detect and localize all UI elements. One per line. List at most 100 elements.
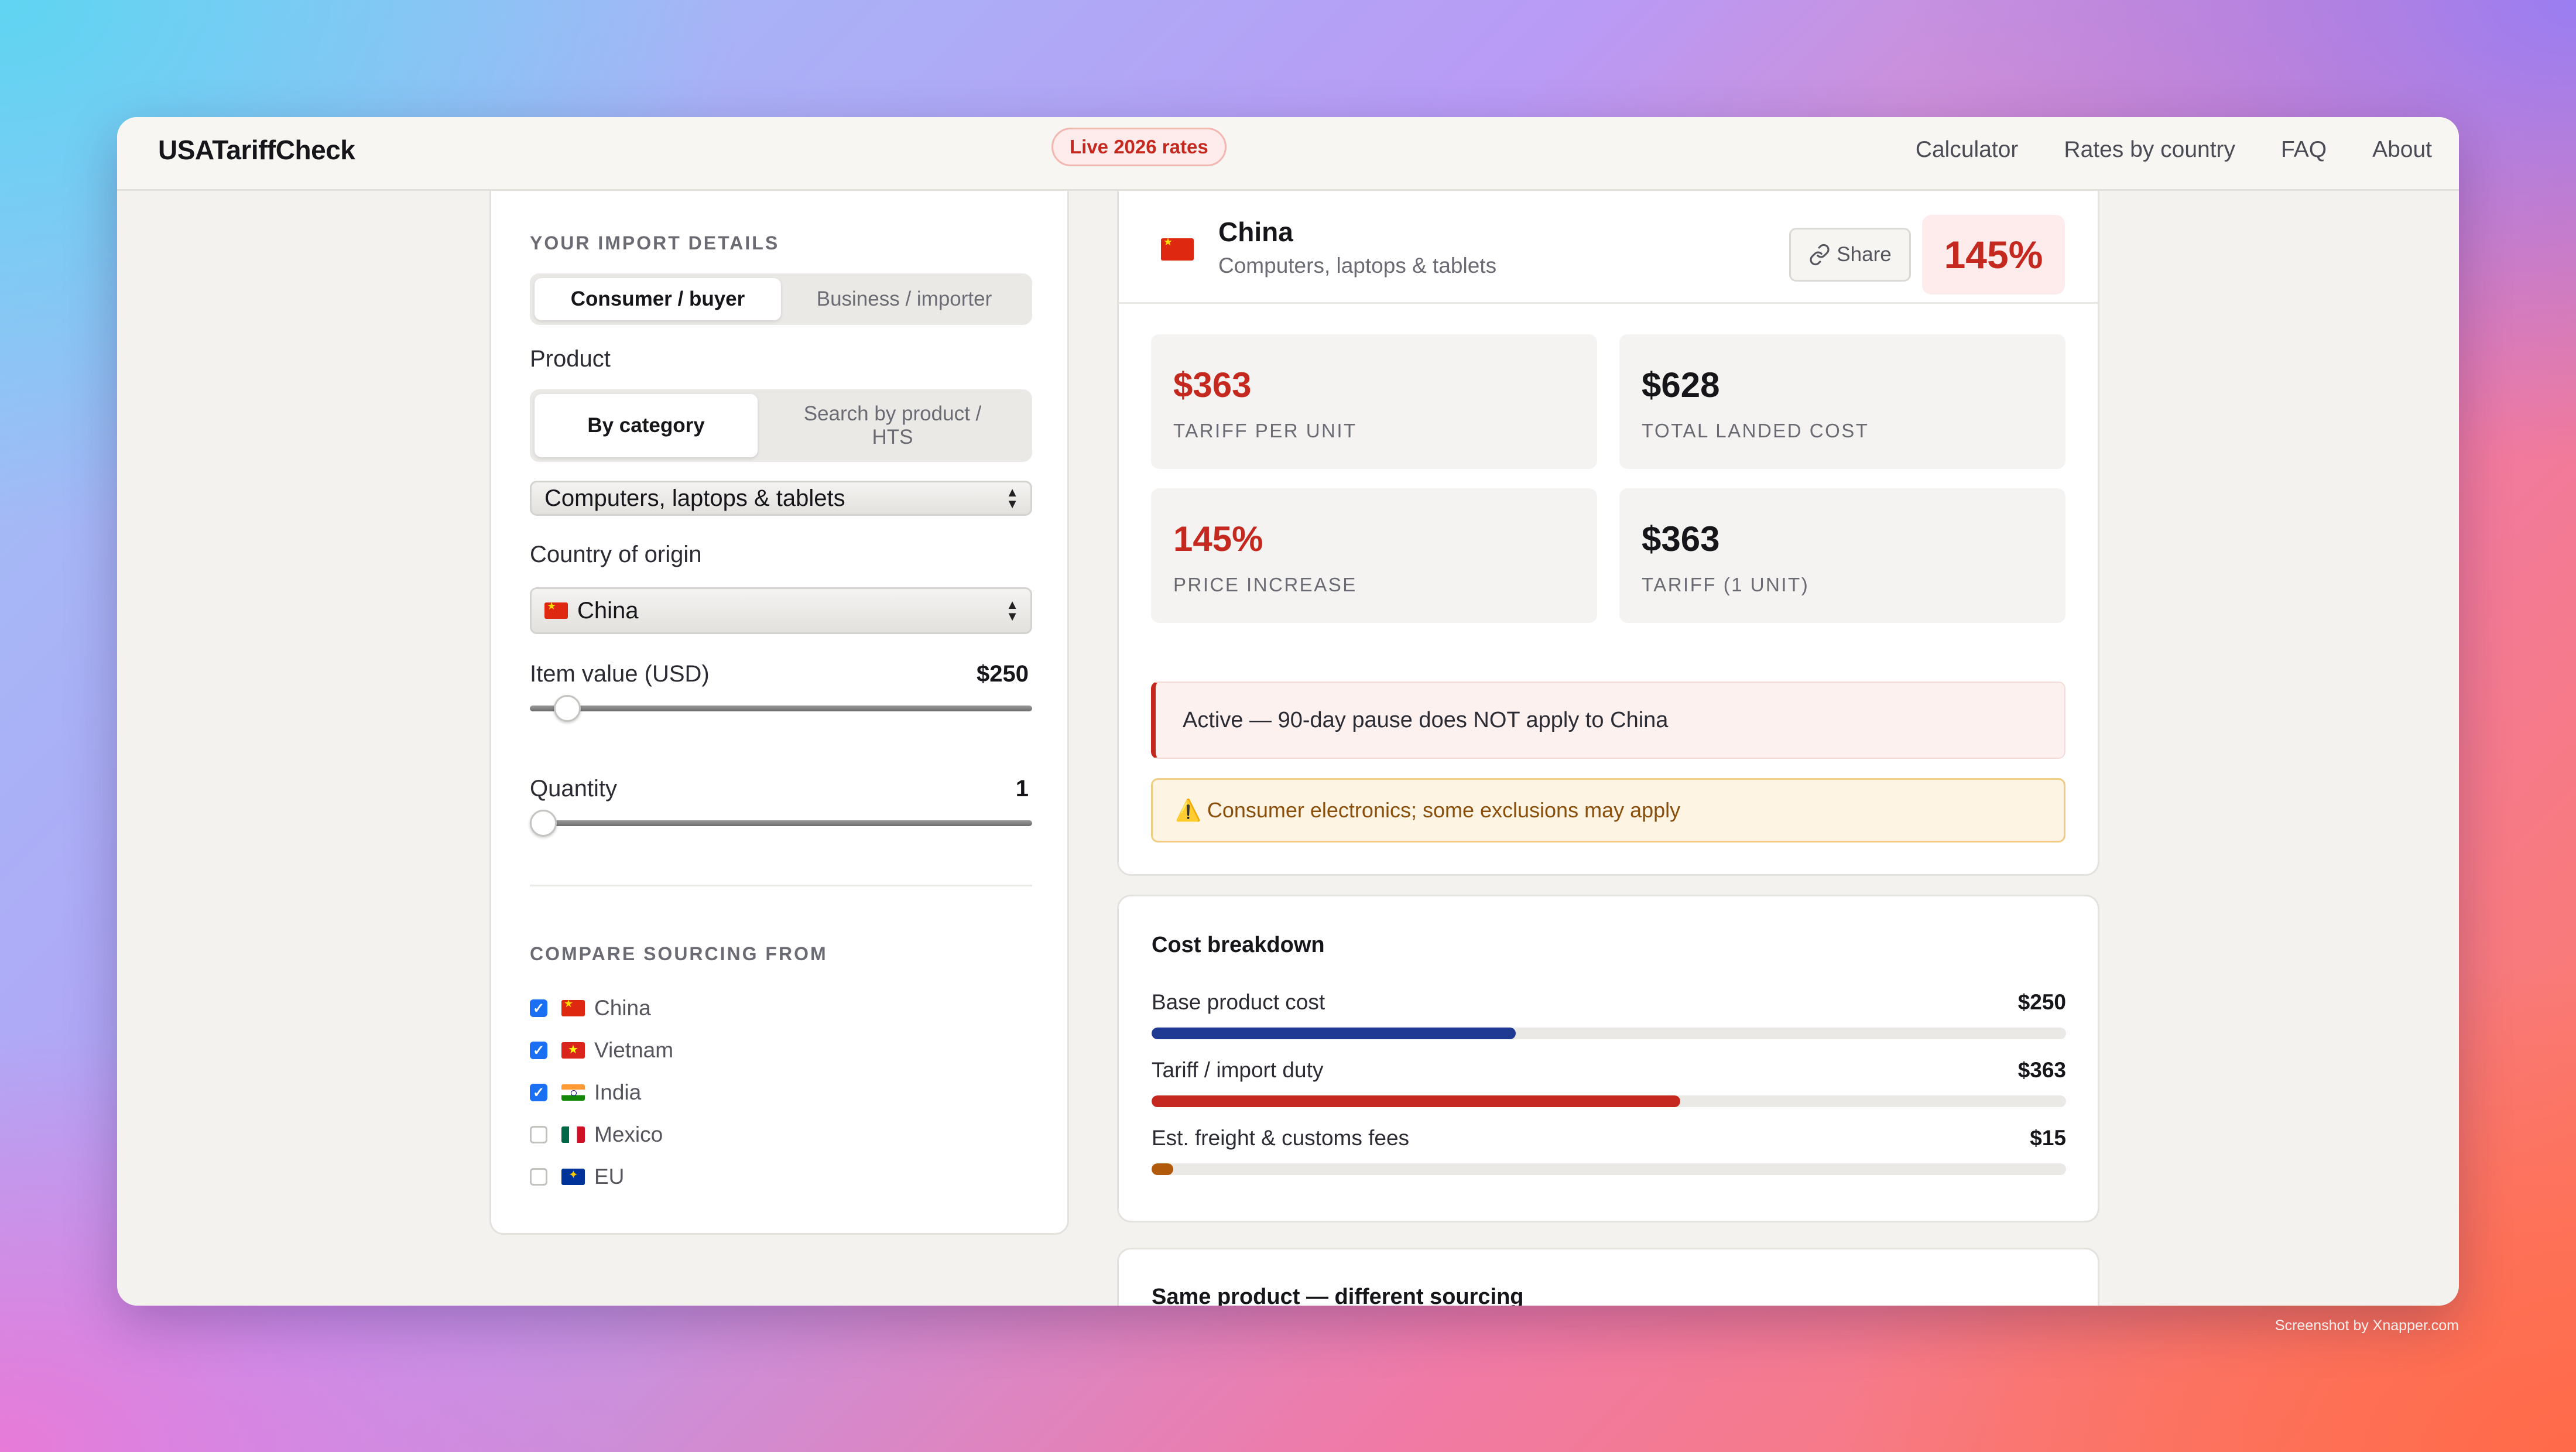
cost-bar-fill [1152,1163,1173,1175]
quantity-slider-thumb[interactable] [530,810,557,837]
cost-row-amount: $15 [2030,1126,2066,1150]
compare-option-mexico[interactable]: Mexico [530,1120,663,1149]
cost-row-amount: $363 [2017,1058,2066,1082]
import-details-title: YOUR IMPORT DETAILS [530,232,780,254]
checkbox-unchecked[interactable] [530,1126,547,1143]
item-value-slider-track[interactable] [530,706,1032,711]
tariff-rate-badge: 145% [1922,215,2065,294]
compare-option-china[interactable]: ✓ China [530,994,651,1023]
link-icon [1810,244,1830,266]
india-flag-icon [561,1084,585,1101]
checkbox-unchecked[interactable] [530,1168,547,1186]
item-value-display: $250 [977,661,1029,687]
product-label: Product [530,346,611,372]
country-select-value: China [577,597,639,624]
result-country: China [1218,217,1293,247]
exclusion-warning: ⚠️ Consumer electronics; some exclusions… [1151,778,2065,843]
stat-label: TARIFF PER UNIT [1173,420,1357,441]
stat-card-total-landed-cost: $628 TOTAL LANDED COST [1619,334,2065,469]
compare-option-vietnam[interactable]: ✓ Vietnam [530,1036,673,1065]
live-rates-badge: Live 2026 rates [1051,128,1227,166]
stat-value: $363 [1642,519,1720,559]
item-value-slider-thumb[interactable] [553,695,581,722]
stat-value: $363 [1173,365,1252,405]
share-label: Share [1837,243,1892,266]
checkbox-checked[interactable]: ✓ [530,1042,547,1059]
main-content[interactable]: YOUR IMPORT DETAILS Consumer / buyer Bus… [117,191,2459,1306]
result-header: China Computers, laptops & tablets Share… [1119,191,2098,304]
compare-option-india[interactable]: ✓ India [530,1078,641,1107]
cost-row: Base product cost $250 [1152,990,2066,1043]
stat-card-tariff-one-unit: $363 TARIFF (1 UNIT) [1619,488,2065,623]
cost-bar-track [1152,1028,2066,1039]
cost-row-label: Est. freight & customs fees [1152,1126,1410,1150]
item-value-label: Item value (USD) [530,661,710,687]
cost-breakdown-title: Cost breakdown [1152,933,1325,957]
by-category-option[interactable]: By category [535,394,758,457]
brand-logo[interactable]: USATariffCheck [158,131,355,169]
import-details-panel: YOUR IMPORT DETAILS Consumer / buyer Bus… [489,191,1069,1235]
tariff-status-alert: Active — 90-day pause does NOT apply to … [1151,682,2065,759]
compare-option-label: Mexico [594,1122,663,1146]
warning-icon: ⚠️ [1175,798,1201,822]
compare-option-label: China [594,996,651,1020]
nav-rates-by-country[interactable]: Rates by country [2064,131,2235,169]
nav-faq[interactable]: FAQ [2281,131,2327,169]
screenshot-credit: Screenshot by Xnapper.com [2274,1317,2459,1334]
vietnam-flag-icon [561,1042,585,1059]
nav-links: Calculator Rates by country FAQ About [1916,131,2432,169]
compare-option-label: EU [594,1165,625,1189]
result-category: Computers, laptops & tablets [1218,254,1497,278]
nav-about[interactable]: About [2372,131,2432,169]
compare-sourcing-title: COMPARE SOURCING FROM [530,943,828,964]
quantity-slider-track[interactable] [530,820,1032,826]
china-flag-icon [544,602,568,619]
country-select[interactable]: China ▲▼ [530,587,1032,634]
buyer-type-toggle: Consumer / buyer Business / importer [530,273,1032,325]
app-window: USATariffCheck Live 2026 rates Calculato… [117,117,2459,1306]
consumer-buyer-option[interactable]: Consumer / buyer [535,278,781,320]
cost-row: Tariff / import duty $363 [1152,1058,2066,1111]
mexico-flag-icon [561,1126,585,1143]
sourcing-comparison-panel: Same product — different sourcing [1117,1248,2099,1306]
cost-bar-fill [1152,1028,1516,1039]
stat-label: PRICE INCREASE [1173,574,1357,595]
stat-value: $628 [1642,365,1720,405]
country-of-origin-label: Country of origin [530,542,702,567]
compare-option-label: Vietnam [594,1038,674,1062]
china-flag-icon [561,1000,585,1016]
stat-label: TARIFF (1 UNIT) [1642,574,1810,595]
nav-calculator[interactable]: Calculator [1916,131,2019,169]
stat-value: 145% [1173,519,1263,559]
share-button[interactable]: Share [1789,228,1911,282]
china-flag-icon [1161,238,1194,261]
select-arrows-icon: ▲ ▼ [1006,597,1019,624]
quantity-display: 1 [1015,776,1029,802]
eu-flag-icon [561,1169,585,1185]
warning-text: Consumer electronics; some exclusions ma… [1207,798,1681,822]
product-mode-toggle: By category Search by product / HTS [530,389,1032,462]
stat-card-price-increase: 145% PRICE INCREASE [1151,488,1597,623]
category-select-value: Computers, laptops & tablets [544,485,845,511]
result-panel: China Computers, laptops & tablets Share… [1117,191,2099,876]
cost-row-amount: $250 [2017,990,2066,1014]
quantity-label: Quantity [530,776,617,802]
cost-bar-fill [1152,1095,1680,1107]
cost-row-label: Base product cost [1152,990,1325,1014]
cost-bar-track [1152,1163,2066,1175]
cost-row-label: Tariff / import duty [1152,1058,1324,1082]
business-importer-option[interactable]: Business / importer [781,278,1027,320]
stat-card-tariff-per-unit: $363 TARIFF PER UNIT [1151,334,1597,469]
section-divider [530,885,1032,886]
cost-breakdown-panel: Cost breakdown Base product cost $250 Tari… [1117,895,2099,1222]
checkbox-checked[interactable]: ✓ [530,999,547,1017]
select-arrows-icon: ▲ ▼ [1006,485,1019,511]
sourcing-comparison-title: Same product — different sourcing [1152,1285,1524,1306]
category-select[interactable]: Computers, laptops & tablets ▲ ▼ [530,481,1032,516]
compare-option-eu[interactable]: EU [530,1162,624,1191]
cost-bar-track [1152,1095,2066,1107]
compare-option-label: India [594,1080,642,1104]
checkbox-checked[interactable]: ✓ [530,1084,547,1101]
search-by-product-option[interactable]: Search by product / HTS [758,394,1027,457]
top-navbar: USATariffCheck Live 2026 rates Calculato… [117,117,2459,191]
